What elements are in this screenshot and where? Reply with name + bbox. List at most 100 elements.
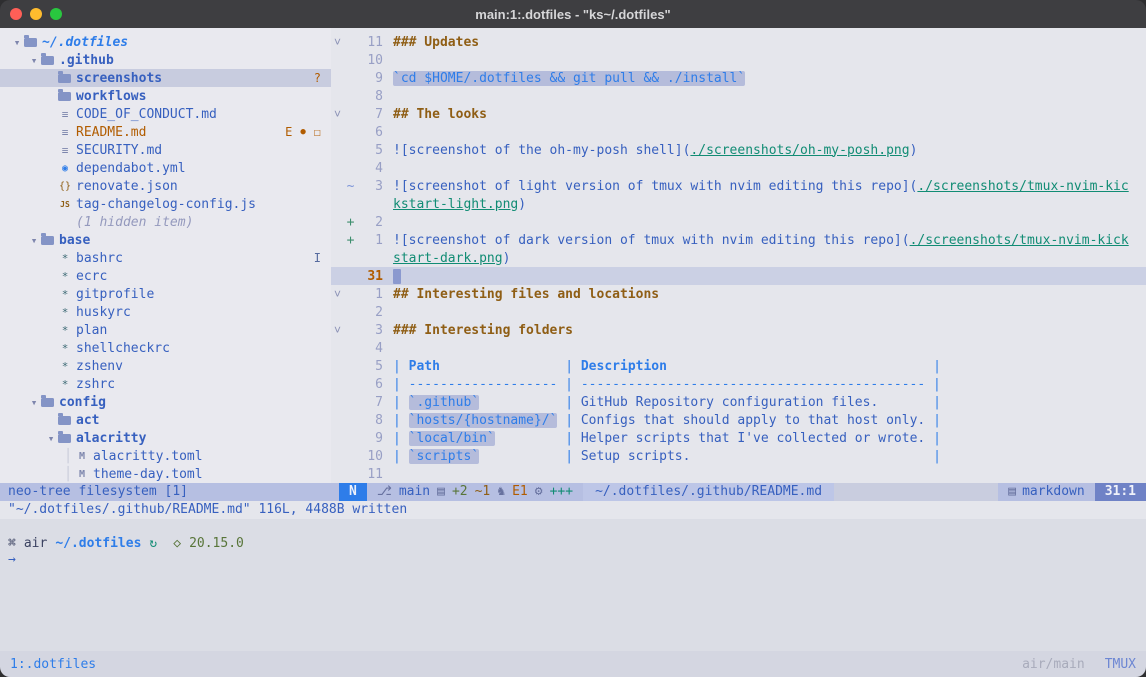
fold-open-icon[interactable]: ˅	[331, 107, 344, 122]
shell-pane[interactable]: ⌘air~/.dotfiles↻◇20.15.0 →	[0, 519, 1146, 651]
editor-panel[interactable]: ˅11### Updates 109`cd $HOME/.dotfiles && …	[331, 28, 1146, 483]
tree-item-label: .github	[59, 53, 114, 68]
editor-line[interactable]: ˅7## The looks	[331, 105, 1146, 123]
tree-item-dependabot-yml[interactable]: ◉dependabot.yml	[0, 159, 331, 177]
tree-item-dotfiles[interactable]: ▾ ~/.dotfiles	[0, 33, 331, 51]
tree-item-badges: I	[314, 251, 331, 265]
tree-item-readme-md[interactable]: ≡README.mdE●☐	[0, 123, 331, 141]
editor-line[interactable]: 4	[331, 159, 1146, 177]
chevron-down-icon[interactable]: ▾	[44, 432, 58, 445]
node-version: 20.15.0	[189, 536, 244, 551]
line-number: 5	[357, 359, 383, 374]
toml-file-icon: M	[75, 451, 89, 462]
tree-item-label: act	[76, 413, 99, 428]
shell-file-icon: *	[58, 252, 72, 265]
tree-item-github[interactable]: ▾ .github	[0, 51, 331, 69]
editor-line[interactable]: 8| `hosts/{hostname}/` | Configs that sh…	[331, 411, 1146, 429]
editor-line[interactable]: 6| ------------------- | ---------------…	[331, 375, 1146, 393]
editor-line[interactable]: +2	[331, 213, 1146, 231]
editor-line[interactable]: ˅1## Interesting files and locations	[331, 285, 1146, 303]
tree-item-label: alacritty.toml	[93, 449, 203, 464]
tree-item-ecrc[interactable]: *ecrc	[0, 267, 331, 285]
tree-item-gitprofile[interactable]: *gitprofile	[0, 285, 331, 303]
tree-item-plan[interactable]: *plan	[0, 321, 331, 339]
line-text: | `local/bin` | Helper scripts that I've…	[383, 431, 941, 446]
tmux-label: TMUX	[1105, 657, 1136, 672]
neotree-panel[interactable]: ▾~/.dotfiles▾.githubscreenshots?workflow…	[0, 28, 331, 483]
tree-item-tag-changelog-config-js[interactable]: JStag-changelog-config.js	[0, 195, 331, 213]
tmux-statusbar: 1:.dotfiles air/main TMUX	[0, 651, 1146, 677]
line-text: ## The looks	[383, 107, 487, 122]
line-number: 10	[357, 53, 383, 68]
line-number: 4	[357, 161, 383, 176]
editor-line[interactable]: 7| `.github` | GitHub Repository configu…	[331, 393, 1146, 411]
command-line-message: "~/.dotfiles/.github/README.md" 116L, 44…	[0, 501, 1146, 519]
nvim-area: ▾~/.dotfiles▾.githubscreenshots?workflow…	[0, 28, 1146, 483]
tree-item-label: tag-changelog-config.js	[76, 197, 256, 212]
tree-item-act[interactable]: act	[0, 411, 331, 429]
line-number: 7	[357, 395, 383, 410]
folder-icon	[41, 236, 54, 245]
close-button[interactable]	[10, 8, 22, 20]
editor-line[interactable]: 10	[331, 51, 1146, 69]
editor-line[interactable]: ˅11### Updates	[331, 33, 1146, 51]
tree-item-badges: E●☐	[285, 125, 331, 139]
fold-open-icon[interactable]: ˅	[331, 35, 344, 50]
tmux-window-tab[interactable]: 1:.dotfiles	[10, 657, 96, 672]
tree-item-security-md[interactable]: ≡SECURITY.md	[0, 141, 331, 159]
tree-item-renovate-json[interactable]: {}renovate.json	[0, 177, 331, 195]
fold-open-icon[interactable]: ˅	[331, 287, 344, 302]
tree-item-workflows[interactable]: workflows	[0, 87, 331, 105]
tree-item-alacritty[interactable]: ▾alacritty	[0, 429, 331, 447]
tree-item-huskyrc[interactable]: *huskyrc	[0, 303, 331, 321]
minimize-button[interactable]	[30, 8, 42, 20]
tree-item-base[interactable]: ▾base	[0, 231, 331, 249]
tree-item-label: ~/.dotfiles	[42, 35, 128, 50]
tree-item-zshrc[interactable]: *zshrc	[0, 375, 331, 393]
editor-line[interactable]: start-dark.png)	[331, 249, 1146, 267]
editor-line[interactable]: 6	[331, 123, 1146, 141]
tree-item-label: huskyrc	[76, 305, 131, 320]
editor-line[interactable]: 2	[331, 303, 1146, 321]
shell-file-icon: *	[58, 378, 72, 391]
editor-line[interactable]: 8	[331, 87, 1146, 105]
line-text: kstart-light.png)	[383, 197, 526, 212]
tree-item-code-of-conduct-md[interactable]: ≡CODE_OF_CONDUCT.md	[0, 105, 331, 123]
chevron-down-icon[interactable]: ▾	[27, 54, 41, 67]
tree-item-label: config	[59, 395, 106, 410]
editor-line[interactable]: 9`cd $HOME/.dotfiles && git pull && ./in…	[331, 69, 1146, 87]
mode-indicator: N	[339, 483, 367, 501]
editor-line[interactable]: 10| `scripts` | Setup scripts. |	[331, 447, 1146, 465]
tree-item-screenshots[interactable]: screenshots?	[0, 69, 331, 87]
editor-line[interactable]: 5![screenshot of the oh-my-posh shell](.…	[331, 141, 1146, 159]
chevron-down-icon[interactable]: ▾	[10, 36, 24, 49]
line-text: | ------------------- | ----------------…	[383, 377, 941, 392]
tree-item-zshenv[interactable]: *zshenv	[0, 357, 331, 375]
chevron-down-icon[interactable]: ▾	[27, 234, 41, 247]
zoom-button[interactable]	[50, 8, 62, 20]
md-file-icon: ≡	[58, 108, 72, 121]
editor-line[interactable]: 31	[331, 267, 1146, 285]
tree-item-shellcheckrc[interactable]: *shellcheckrc	[0, 339, 331, 357]
tree-item-label: shellcheckrc	[76, 341, 170, 356]
editor-line[interactable]: ˅3### Interesting folders	[331, 321, 1146, 339]
tree-item-alacritty-toml[interactable]: │Malacritty.toml	[0, 447, 331, 465]
editor-line[interactable]: kstart-light.png)	[331, 195, 1146, 213]
tree-item-config[interactable]: ▾ config	[0, 393, 331, 411]
line-number: 5	[357, 143, 383, 158]
line-number: 6	[357, 125, 383, 140]
tree-item-bashrc[interactable]: *bashrcI	[0, 249, 331, 267]
tree-item-1-hidden-item[interactable]: (1 hidden item)	[0, 213, 331, 231]
editor-line[interactable]: ~3![screenshot of light version of tmux …	[331, 177, 1146, 195]
editor-line[interactable]: 11	[331, 465, 1146, 483]
folder-icon	[41, 56, 54, 65]
editor-line[interactable]: 5| Path | Description |	[331, 357, 1146, 375]
folder-icon	[58, 92, 71, 101]
editor-line[interactable]: 4	[331, 339, 1146, 357]
editor-line[interactable]: 9| `local/bin` | Helper scripts that I'v…	[331, 429, 1146, 447]
chevron-down-icon[interactable]: ▾	[27, 396, 41, 409]
line-text: | Path | Description |	[383, 359, 941, 374]
tree-item-theme-day-toml[interactable]: │Mtheme-day.toml	[0, 465, 331, 483]
editor-line[interactable]: +1![screenshot of dark version of tmux w…	[331, 231, 1146, 249]
fold-open-icon[interactable]: ˅	[331, 323, 344, 338]
